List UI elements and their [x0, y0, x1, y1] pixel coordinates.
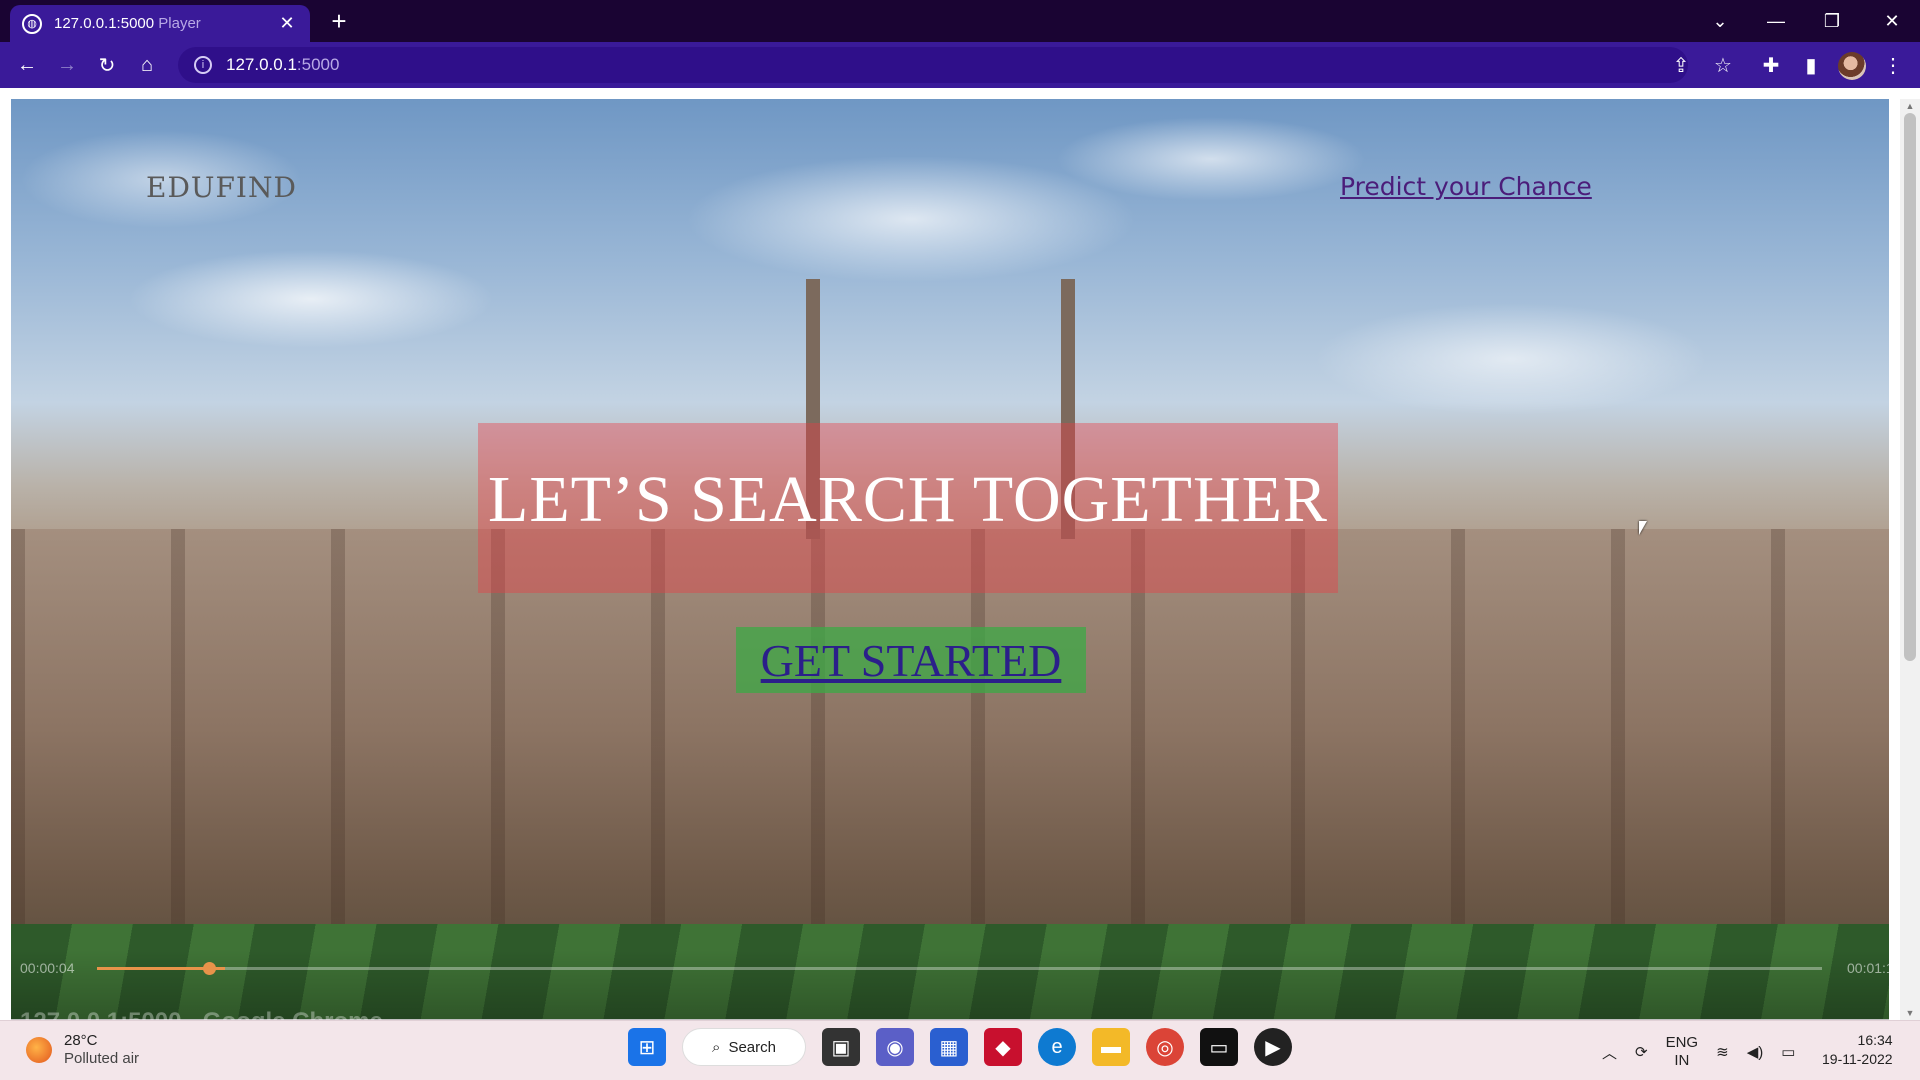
restore-button[interactable]: ❐ [1804, 0, 1860, 42]
elapsed-time: 00:00:04 [20, 960, 75, 976]
browser-tab[interactable]: ◍ 127.0.0.1:5000 Player ✕ [10, 5, 310, 42]
info-icon[interactable]: i [194, 56, 212, 74]
taskbar-apps: ⊞ ⌕ Search ▣ ◉ ▦ ◆ e ▬ ◎ ▭ ▶ [628, 1028, 1292, 1066]
clock-date: 19-11-2022 [1822, 1051, 1893, 1067]
minimize-button[interactable]: — [1748, 0, 1804, 42]
tab-search-icon[interactable]: ⌄ [1692, 0, 1748, 42]
media-player-icon[interactable]: ▶ [1254, 1028, 1292, 1066]
new-tab-button[interactable]: + [325, 8, 353, 36]
language-indicator[interactable]: ENG IN [1666, 1034, 1699, 1070]
volume-icon[interactable]: ◀) [1747, 1043, 1764, 1061]
address-bar[interactable]: i 127.0.0.1:5000 [178, 47, 1688, 83]
total-time: 00:01:14 [1847, 960, 1902, 976]
scroll-thumb[interactable] [1904, 113, 1916, 661]
store-icon[interactable]: ▦ [930, 1028, 968, 1066]
reload-icon[interactable]: ↻ [92, 50, 122, 80]
region-code: IN [1674, 1052, 1690, 1069]
chevron-up-icon[interactable]: ︿ [1602, 1042, 1617, 1063]
scroll-up-icon[interactable]: ▲ [1900, 99, 1920, 113]
forward-icon[interactable]: → [52, 50, 82, 80]
clock-time: 16:34 [1857, 1032, 1893, 1048]
tab-title: 127.0.0.1:5000 Player [54, 15, 201, 32]
close-window-button[interactable]: ✕ [1864, 0, 1920, 42]
edge-icon[interactable]: e [1038, 1028, 1076, 1066]
teams-chat-icon[interactable]: ◉ [876, 1028, 914, 1066]
side-panel-icon[interactable]: ▮ [1796, 50, 1826, 80]
globe-icon: ◍ [22, 13, 42, 34]
bookmark-star-icon[interactable]: ☆ [1708, 50, 1738, 80]
get-started-button[interactable]: GET STARTED [736, 627, 1086, 693]
page-scrollbar[interactable]: ▲ ▼ [1900, 99, 1920, 1020]
seek-handle[interactable] [203, 962, 216, 975]
home-icon[interactable]: ⌂ [132, 50, 162, 80]
mcafee-icon[interactable]: ◆ [984, 1028, 1022, 1066]
sync-icon[interactable]: ⟳ [1635, 1043, 1648, 1061]
weather-icon [26, 1037, 52, 1063]
file-explorer-icon[interactable]: ▬ [1092, 1028, 1130, 1066]
hero-headline: LET’S SEARCH TOGETHER [488, 463, 1328, 536]
task-view-icon[interactable]: ▣ [822, 1028, 860, 1066]
wifi-icon[interactable]: ≋ [1716, 1043, 1729, 1061]
weather-desc: Polluted air [64, 1050, 140, 1067]
predict-chance-link[interactable]: Predict your Chance [1340, 172, 1592, 201]
windows-start-icon[interactable]: ⊞ [628, 1028, 666, 1066]
back-icon[interactable]: ← [12, 50, 42, 80]
menu-kebab-icon[interactable]: ⋮ [1878, 50, 1908, 80]
brand-logo[interactable]: EDUFIND [146, 171, 297, 204]
scroll-down-icon[interactable]: ▼ [1900, 1006, 1920, 1020]
taskbar-clock[interactable]: 16:34 19-11-2022 [1822, 1031, 1893, 1069]
battery-icon[interactable]: ▭ [1781, 1043, 1795, 1061]
search-label: Search [728, 1038, 776, 1056]
language-code: ENG [1665, 1034, 1699, 1051]
profile-avatar[interactable] [1838, 52, 1866, 80]
extensions-icon[interactable]: ✚ [1756, 50, 1786, 80]
url-host: 127.0.0.1 [226, 55, 297, 74]
taskbar-search[interactable]: ⌕ Search [682, 1028, 806, 1066]
mouse-cursor [1639, 521, 1647, 535]
terminal-icon[interactable]: ▭ [1200, 1028, 1238, 1066]
share-icon[interactable]: ⇪ [1666, 50, 1696, 80]
search-icon: ⌕ [712, 1038, 721, 1056]
url-port: :5000 [296, 55, 340, 74]
weather-widget[interactable]: 28°C Polluted air [26, 1032, 139, 1068]
chrome-icon[interactable]: ◎ [1146, 1028, 1184, 1066]
system-tray: ︿ ⟳ ENG IN ≋ ◀) ▭ [1602, 1034, 1795, 1070]
weather-temp: 28°C [64, 1032, 98, 1049]
seek-bar[interactable] [97, 967, 1822, 970]
close-tab-icon[interactable]: ✕ [276, 13, 298, 35]
